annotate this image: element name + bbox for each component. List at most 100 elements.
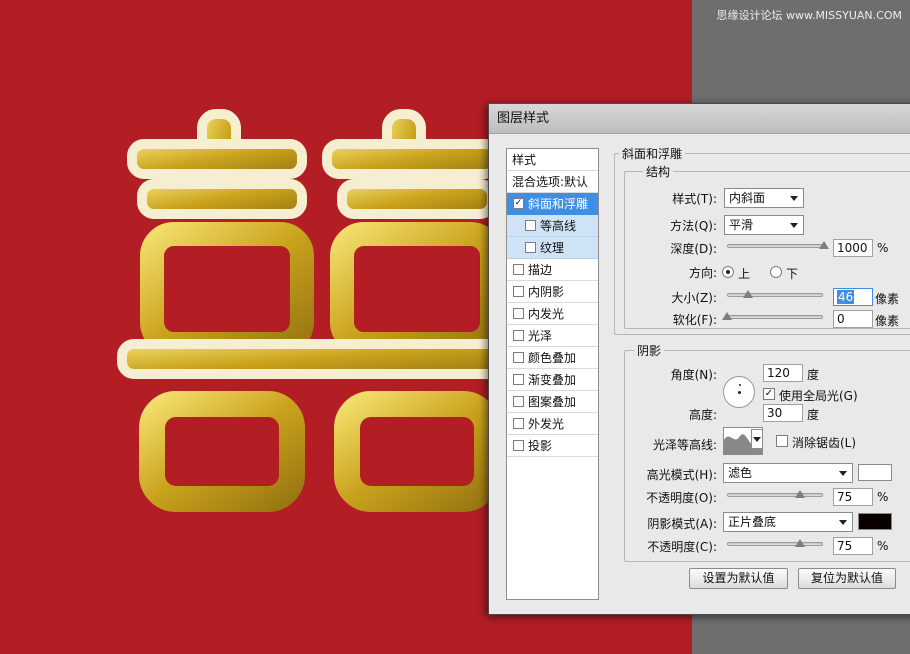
soften-unit: 像素 (875, 314, 900, 328)
altitude-unit: 度 (807, 408, 820, 422)
highlight-opacity-thumb[interactable] (795, 490, 805, 498)
chevron-down-icon (790, 223, 798, 228)
altitude-input[interactable]: 30 (763, 404, 803, 422)
size-unit: 像素 (875, 292, 900, 306)
make-default-button[interactable]: 设置为默认值 (689, 568, 788, 589)
style-checkbox[interactable] (513, 352, 524, 363)
style-label: 样式(T): (672, 192, 717, 206)
style-checkbox[interactable] (513, 396, 524, 407)
size-slider[interactable] (727, 293, 823, 297)
style-list-item[interactable]: 颜色叠加 (507, 347, 598, 369)
style-list-item[interactable]: 光泽 (507, 325, 598, 347)
angle-unit: 度 (807, 368, 820, 382)
shadow-opacity-unit: % (877, 539, 889, 553)
gloss-contour-label: 光泽等高线: (652, 438, 717, 452)
style-list-item[interactable]: 描边 (507, 259, 598, 281)
depth-input[interactable]: 1000 (833, 239, 873, 257)
direction-up-label: 上 (738, 267, 751, 281)
style-list-item[interactable]: 图案叠加 (507, 391, 598, 413)
style-list-item-label: 等高线 (540, 219, 577, 233)
style-list-item[interactable]: ✓ 斜面和浮雕 (507, 193, 598, 215)
bevel-emboss-title: 斜面和浮雕 (619, 145, 686, 162)
style-list-item-label: 斜面和浮雕 (528, 197, 589, 211)
chevron-down-icon (839, 520, 847, 525)
style-list-item-label: 渐变叠加 (528, 373, 577, 387)
size-label: 大小(Z): (671, 291, 717, 305)
style-list-item-label: 纹理 (540, 241, 565, 255)
style-checkbox[interactable] (513, 418, 524, 429)
anti-alias-checkbox[interactable] (776, 435, 788, 447)
shadow-mode-dropdown[interactable]: 正片叠底 (723, 512, 853, 532)
style-list-item-label: 颜色叠加 (528, 351, 577, 365)
depth-unit: % (877, 241, 889, 255)
angle-input[interactable]: 120 (763, 364, 803, 382)
size-slider-thumb[interactable] (743, 290, 753, 298)
style-checkbox[interactable] (513, 308, 524, 319)
style-checkbox[interactable] (513, 374, 524, 385)
depth-slider-thumb[interactable] (819, 241, 829, 249)
highlight-opacity-input[interactable]: 75 (833, 488, 873, 506)
style-checkbox[interactable] (513, 440, 524, 451)
blend-options-label: 混合选项:默认 (512, 175, 589, 189)
depth-label: 深度(D): (670, 242, 717, 256)
chevron-down-icon (753, 437, 761, 442)
style-list-item[interactable]: 渐变叠加 (507, 369, 598, 391)
watermark-text: 思缘设计论坛 www.MISSYUAN.COM (716, 9, 902, 22)
style-checkbox[interactable] (525, 220, 536, 231)
blend-options-item[interactable]: 混合选项:默认 (507, 171, 598, 193)
style-list-item-label: 外发光 (528, 417, 565, 431)
soften-slider-thumb[interactable] (722, 312, 732, 320)
style-checkbox[interactable] (513, 264, 524, 275)
gloss-contour-dropdown[interactable] (751, 429, 763, 449)
highlight-mode-label: 高光模式(H): (646, 468, 717, 482)
size-value: 46 (837, 290, 855, 304)
style-list-item[interactable]: 等高线 (507, 215, 598, 237)
angle-dial[interactable] (723, 376, 755, 408)
method-value: 平滑 (729, 218, 754, 232)
style-list-item[interactable]: 内发光 (507, 303, 598, 325)
highlight-color-swatch[interactable] (858, 464, 892, 481)
global-light-checkbox[interactable]: ✓ (763, 388, 775, 400)
soften-input[interactable]: 0 (833, 310, 873, 328)
style-list-item-label: 内阴影 (528, 285, 565, 299)
method-label: 方法(Q): (670, 219, 717, 233)
shadow-color-swatch[interactable] (858, 513, 892, 530)
dialog-title[interactable]: 图层样式 (489, 104, 910, 134)
style-list-item[interactable]: 内阴影 (507, 281, 598, 303)
shadow-opacity-input[interactable]: 75 (833, 537, 873, 555)
style-list-item-label: 图案叠加 (528, 395, 577, 409)
highlight-opacity-slider[interactable] (727, 493, 823, 497)
size-input[interactable]: 46 (833, 288, 873, 306)
shading-title: 阴影 (634, 342, 665, 359)
highlight-opacity-label: 不透明度(O): (646, 491, 717, 505)
reset-default-button[interactable]: 复位为默认值 (798, 568, 896, 589)
style-checkbox[interactable] (525, 242, 536, 253)
style-list-item[interactable]: 外发光 (507, 413, 598, 435)
altitude-label: 高度: (688, 408, 717, 422)
direction-label: 方向: (688, 266, 717, 280)
depth-slider[interactable] (727, 244, 823, 248)
style-list-header[interactable]: 样式 (507, 149, 598, 171)
method-dropdown[interactable]: 平滑 (724, 215, 804, 235)
soften-label: 软化(F): (672, 313, 717, 327)
highlight-mode-dropdown[interactable]: 滤色 (723, 463, 853, 483)
style-list-item[interactable]: 投影 (507, 435, 598, 457)
direction-down-radio[interactable] (770, 266, 782, 278)
style-checkbox[interactable] (513, 286, 524, 297)
highlight-opacity-unit: % (877, 490, 889, 504)
direction-up-radio[interactable] (722, 266, 734, 278)
shadow-opacity-thumb[interactable] (795, 539, 805, 547)
shadow-mode-label: 阴影模式(A): (647, 517, 717, 531)
shadow-opacity-label: 不透明度(C): (647, 540, 717, 554)
direction-down-label: 下 (786, 267, 799, 281)
structure-title: 结构 (643, 163, 674, 180)
style-checkbox[interactable] (513, 330, 524, 341)
style-list-item-label: 光泽 (528, 329, 553, 343)
style-list-item[interactable]: 纹理 (507, 237, 598, 259)
soften-slider[interactable] (727, 315, 823, 319)
shadow-opacity-slider[interactable] (727, 542, 823, 546)
style-checkbox[interactable]: ✓ (513, 198, 524, 209)
style-dropdown[interactable]: 内斜面 (724, 188, 804, 208)
style-list-item-label: 投影 (528, 439, 553, 453)
layer-style-dialog: 图层样式 样式 混合选项:默认 ✓ 斜面和浮雕等高线纹理描边内阴影内发光光泽颜色叠… (488, 103, 910, 615)
